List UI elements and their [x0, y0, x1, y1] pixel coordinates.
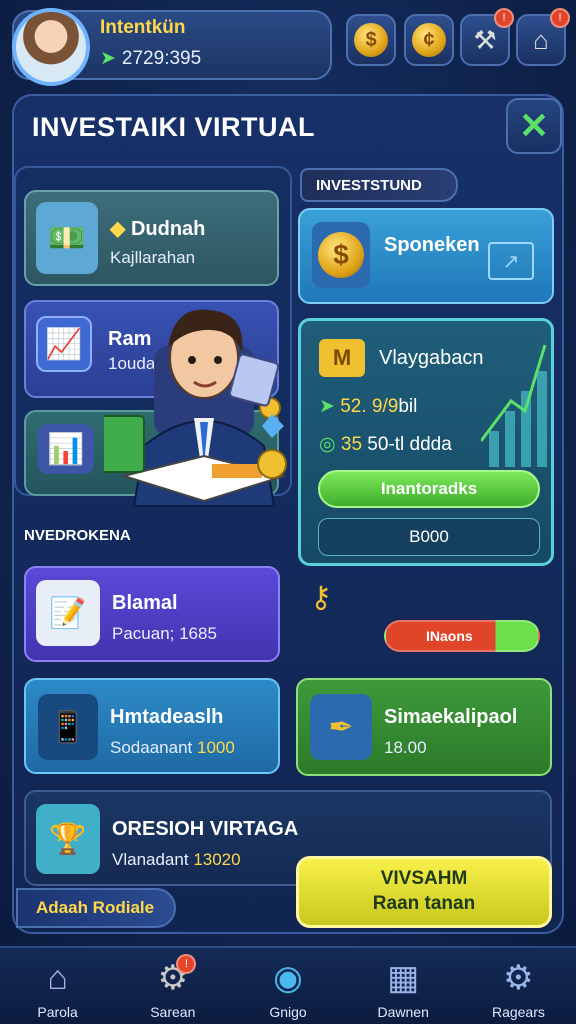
toggle-switch[interactable]: INaons — [384, 620, 540, 652]
coin-stack-icon: ¢ — [412, 23, 446, 57]
value-display: B000 — [318, 518, 540, 556]
close-icon: ✕ — [518, 105, 550, 146]
bottom-tab-label[interactable]: Adaah Rodiale — [16, 888, 176, 928]
card-subtitle: 18.00 — [384, 738, 427, 757]
stat-value: 52. 9/9 — [340, 396, 399, 417]
nav-label: Ragears — [491, 1004, 545, 1020]
card-dudnah[interactable]: 💵 ◆ Dudnah Kajllarahan — [24, 190, 279, 286]
coin-icon: $ — [354, 23, 388, 57]
card-title: Blamal — [112, 592, 178, 614]
button-line-1: VIVSAHM — [380, 868, 468, 890]
card-title: ORESIOH VIRTAGA — [112, 818, 299, 840]
coin-icon: $ — [318, 232, 364, 278]
notification-badge: ! — [494, 8, 514, 28]
notification-badge: ! — [550, 8, 570, 28]
growth-chart-icon — [481, 344, 547, 467]
stat-value: 35 — [340, 434, 363, 455]
button-line-2: Raan tanan — [372, 893, 476, 914]
player-coins: ➤ 2729:395 — [100, 47, 201, 70]
card-sponeken[interactable]: $ Sponeken ↗ — [298, 208, 554, 304]
nav-item-parola[interactable]: ⌂ Parola — [0, 948, 115, 1024]
virtual-invest-button[interactable]: VIVSAHM Raan tanan — [296, 856, 552, 928]
card-title: Hmtadeaslh — [110, 706, 224, 728]
money-icon: 💵 — [36, 202, 98, 274]
tablet-icon: 📊 — [38, 424, 94, 474]
nav-item-gnigo[interactable]: ◉ Gnigo — [230, 948, 345, 1024]
invest-button[interactable]: Inantoradks — [318, 470, 540, 508]
stat-unit: bil — [398, 396, 418, 417]
card-value: 1000 — [196, 738, 235, 757]
coin-shop-button[interactable]: $ — [346, 14, 396, 66]
card-title: Vlaygabacn — [379, 347, 484, 369]
home-icon: ⌂ — [47, 959, 68, 997]
section-label-invest: INVESTSTUND — [300, 168, 458, 202]
gold-cube-icon: ◆ — [110, 218, 126, 240]
nav-label: Sarean — [150, 1004, 196, 1020]
chart-icon: 📈 — [36, 316, 92, 372]
target-icon: ◎ — [319, 434, 336, 455]
investor-character-illustration — [104, 309, 288, 507]
key-icon: ⚷ — [310, 581, 332, 614]
stat-text: 50-tl ddda — [367, 434, 452, 455]
card-title: Sponeken — [384, 234, 480, 256]
page-title: INVESTAIKI VIRTUAL — [32, 112, 316, 142]
gold-bars-icon: M — [319, 339, 365, 377]
avatar[interactable] — [12, 8, 90, 86]
card-title: Simaekalipaol — [384, 706, 518, 728]
document-wrench-icon: 📝 — [36, 580, 100, 646]
house-icon: ⌂ — [533, 24, 549, 55]
phone-coin-icon: 📱 — [38, 694, 98, 760]
bottom-nav: ⌂ Parola ⚙ ! Sarean ◉ Gnigo ▦ Dawnen ⚙ R… — [0, 946, 576, 1024]
card-simaekalipaol[interactable]: ✒ Simaekalipaol 18.00 — [296, 678, 552, 776]
calculator-icon: ▦ — [387, 959, 420, 997]
settings-icon: ⚙ — [503, 959, 534, 997]
tools-button[interactable]: ⚒! — [460, 8, 514, 66]
card-subtitle: Sodaanant — [110, 738, 193, 757]
nav-label: Gnigo — [269, 1004, 307, 1020]
card-subtitle: Kajllarahan — [110, 248, 196, 267]
trophy-icon: 🏆 — [36, 804, 100, 874]
arrow-icon: ➤ — [319, 396, 335, 417]
nav-item-sarean[interactable]: ⚙ ! Sarean — [115, 948, 230, 1024]
card-value: 13020 — [193, 850, 241, 869]
coin-stack-button[interactable]: ¢ — [404, 14, 454, 66]
arrow-icon: ➤ — [100, 48, 116, 69]
home-shop-button[interactable]: ⌂! — [516, 8, 570, 66]
card-subtitle: Pacuan; 1685 — [112, 624, 217, 643]
target-icon: ◉ — [273, 959, 303, 997]
card-blamal[interactable]: 📝 Blamal Pacuan; 1685 — [24, 566, 280, 662]
pen-icon: ✒ — [310, 694, 372, 760]
player-name: Intentkün — [100, 17, 186, 38]
nav-item-ragears[interactable]: ⚙ Ragears — [461, 948, 576, 1024]
coins-value: 2729:395 — [121, 48, 202, 69]
nav-label: Parola — [37, 1004, 78, 1020]
nav-item-dawnen[interactable]: ▦ Dawnen — [346, 948, 461, 1024]
card-subtitle: Vlanadant — [112, 850, 189, 869]
card-hmtadeaslh[interactable]: 📱 Hmtadeaslh Sodaanant 1000 — [24, 678, 280, 774]
section-label-lower: NVEDROKENA — [24, 527, 131, 544]
tools-icon: ⚒ — [473, 24, 497, 55]
trend-chart-icon: ↗ — [488, 242, 534, 280]
card-title: Dudnah — [130, 218, 206, 240]
notification-badge: ! — [176, 954, 197, 974]
close-button[interactable]: ✕ — [506, 98, 562, 154]
nav-label: Dawnen — [377, 1004, 429, 1020]
